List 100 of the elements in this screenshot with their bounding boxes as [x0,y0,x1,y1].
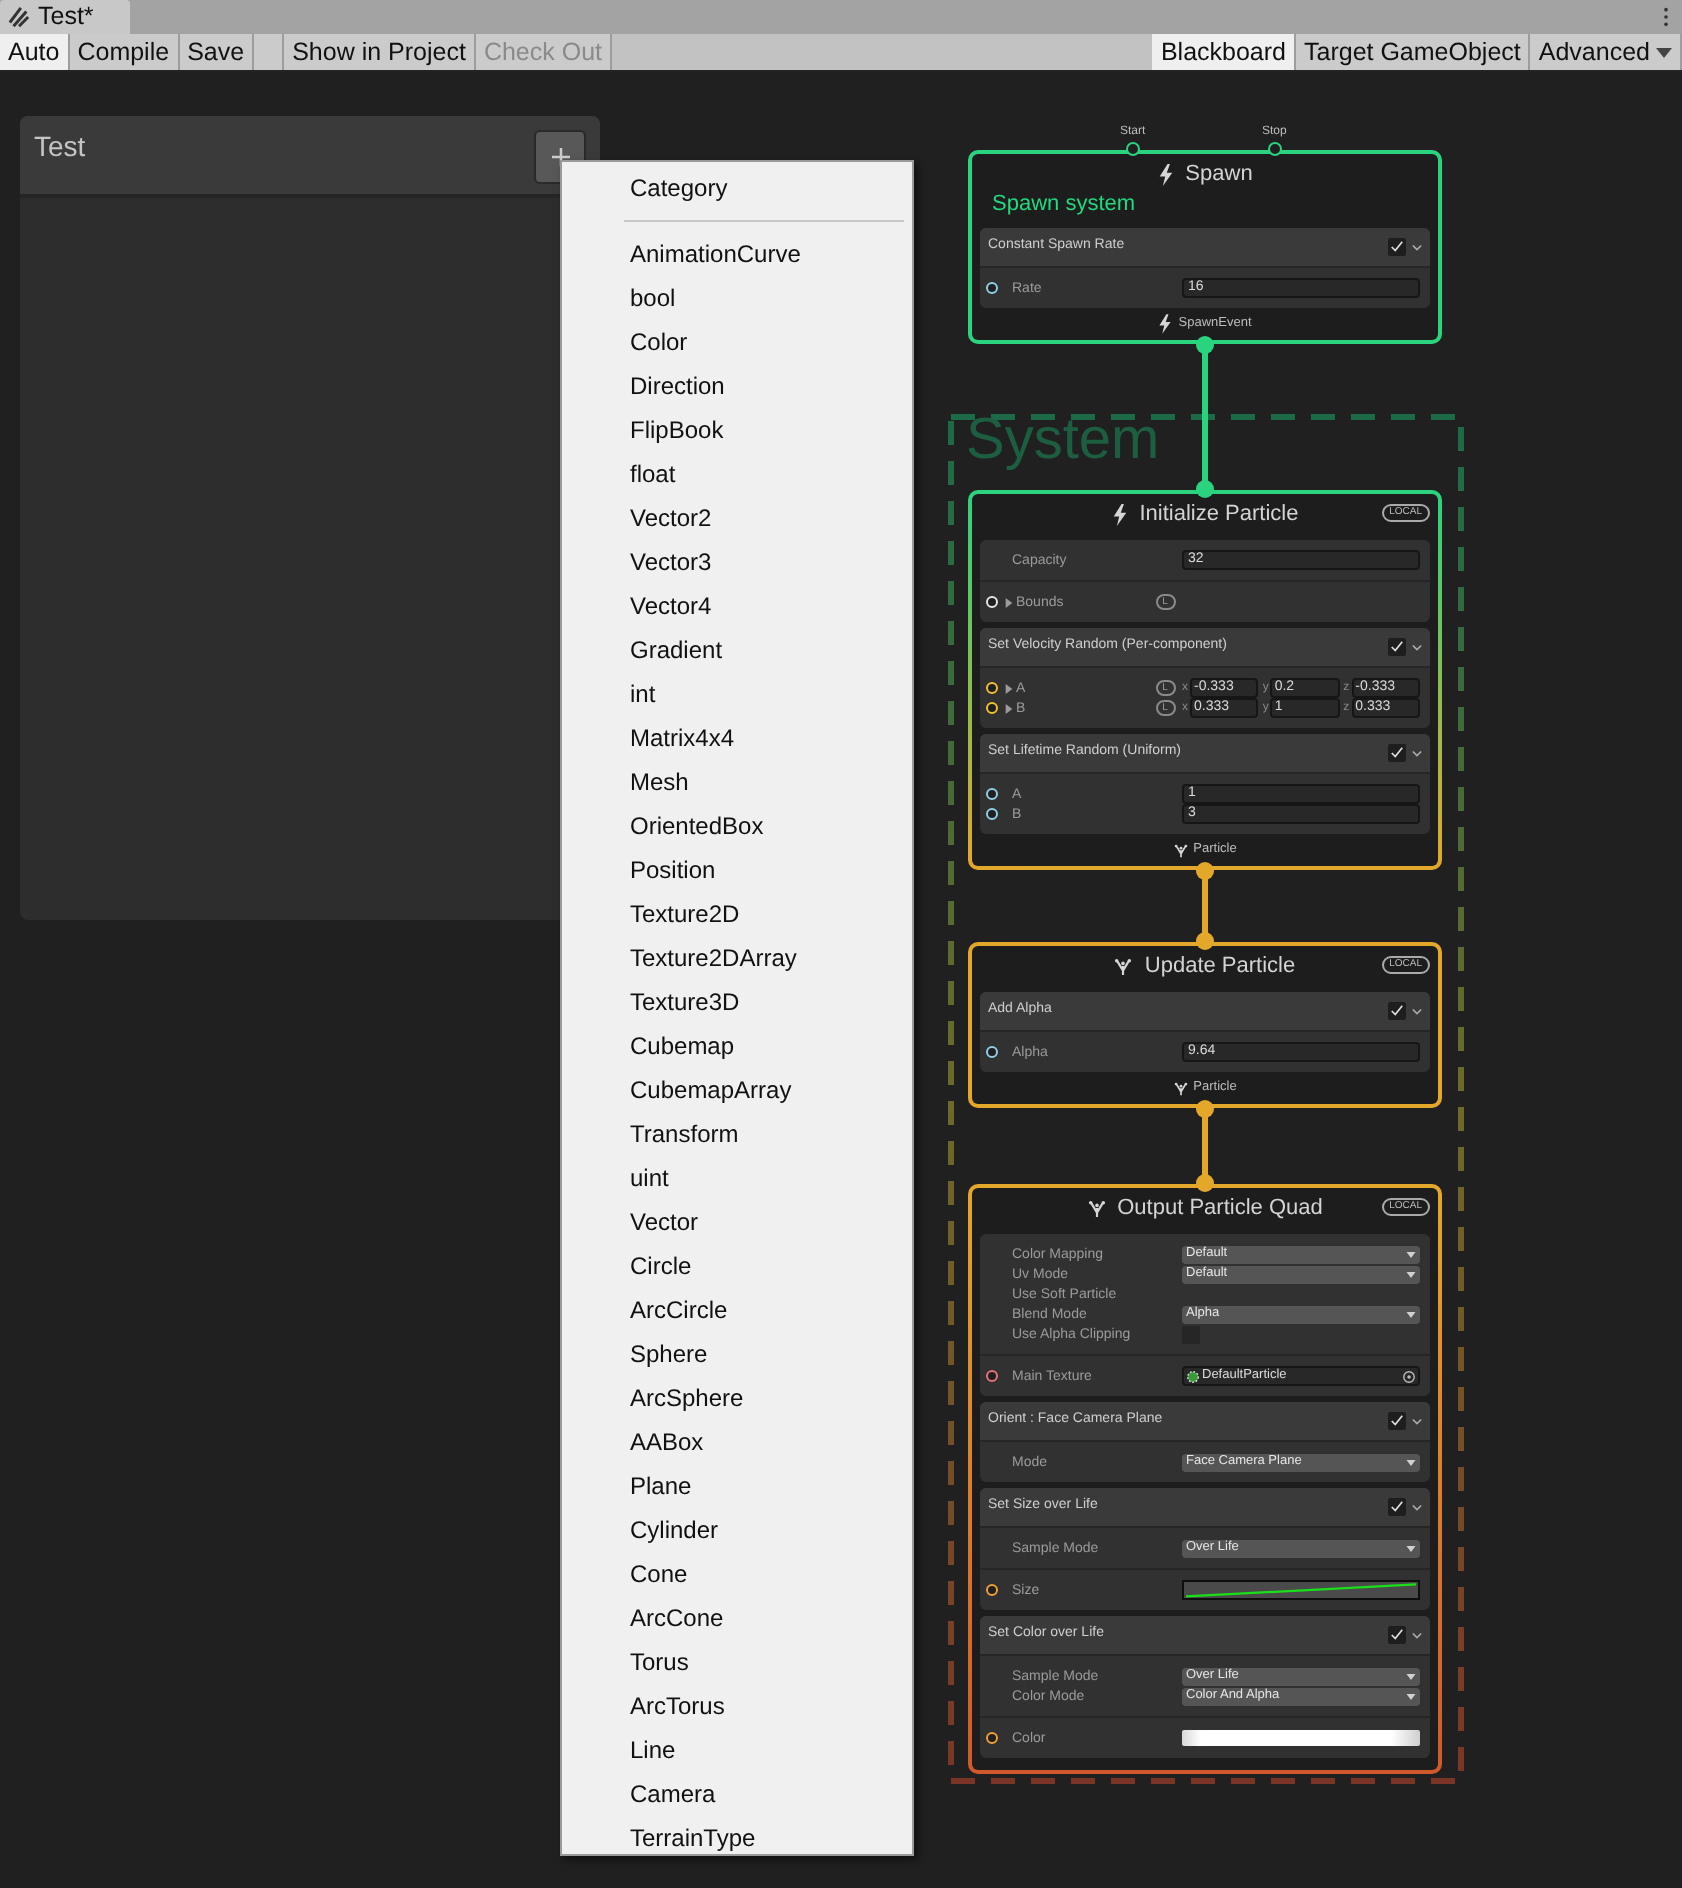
menu-item[interactable]: Cylinder [562,1508,912,1552]
menu-item[interactable]: Torus [562,1640,912,1684]
checkbox[interactable] [1388,744,1406,762]
particle-icon [1173,1081,1188,1095]
menu-item[interactable]: ArcTorus [562,1684,912,1728]
port-icon[interactable] [986,1584,998,1596]
port-icon[interactable] [1267,142,1282,156]
menu-item[interactable]: Transform [562,1112,912,1156]
menu-item[interactable]: Vector [562,1200,912,1244]
caret-icon [1406,1545,1416,1551]
lightning-icon [1157,163,1174,185]
chevron-icon[interactable] [1412,1503,1422,1511]
caret-icon [1406,1673,1416,1679]
checkbox[interactable] [1388,238,1406,256]
caret-icon [1406,1311,1416,1317]
port-icon[interactable] [986,808,998,820]
toolbar-button[interactable]: Blackboard [1152,34,1296,70]
port-icon[interactable] [986,1732,998,1744]
expand-arrow-icon[interactable] [1004,683,1014,693]
caret-icon [1406,1271,1416,1277]
tab-title: Test* [38,4,94,30]
menu-item[interactable]: Color [562,320,912,364]
menu-item[interactable]: Vector3 [562,540,912,584]
caret-icon [1406,1251,1416,1257]
port-icon[interactable] [986,1370,998,1382]
lightning-icon [1158,314,1173,334]
menu-item[interactable]: Vector4 [562,584,912,628]
checkbox[interactable] [1388,638,1406,656]
menu-item[interactable]: CubemapArray [562,1068,912,1112]
menu-item[interactable]: uint [562,1156,912,1200]
menu-item[interactable]: ArcCircle [562,1288,912,1332]
menu-item[interactable]: Line [562,1728,912,1772]
checkbox[interactable] [1388,1002,1406,1020]
toolbar-button[interactable]: Show in Project [284,34,476,70]
menu-item[interactable]: Circle [562,1244,912,1288]
menu-item[interactable]: Mesh [562,760,912,804]
menu-item[interactable]: FlipBook [562,408,912,452]
chevron-icon[interactable] [1412,1417,1422,1425]
menu-item[interactable]: Camera [562,1772,912,1816]
menu-item[interactable]: Texture2D [562,892,912,936]
menu-item[interactable]: Texture3D [562,980,912,1024]
port-icon[interactable] [986,1046,998,1058]
menu-item[interactable]: Cubemap [562,1024,912,1068]
caret-icon [1656,47,1672,57]
menu-item[interactable]: Direction [562,364,912,408]
node-title: Output Particle Quad [1117,1193,1323,1224]
toolbar-button[interactable]: Compile [69,34,180,70]
menu-item[interactable]: ArcSphere [562,1376,912,1420]
checkbox[interactable] [1182,1325,1200,1343]
toolbar-button[interactable]: Save [179,34,255,70]
menu-item[interactable]: Sphere [562,1332,912,1376]
chevron-icon[interactable] [1412,749,1422,757]
menu-item[interactable]: bool [562,276,912,320]
menu-item[interactable]: Gradient [562,628,912,672]
window-tab[interactable]: Test* [0,0,130,34]
menu-item[interactable]: AABox [562,1420,912,1464]
menu-item[interactable]: Vector2 [562,496,912,540]
node-title: Initialize Particle [1139,499,1299,530]
toolbar-button[interactable]: Advanced [1530,34,1682,70]
chevron-icon[interactable] [1412,643,1422,651]
caret-icon [1406,1459,1416,1465]
node-title: Spawn [1185,159,1253,190]
menu-item[interactable]: TerrainType [562,1816,912,1860]
toolbar-button[interactable]: Target GameObject [1296,34,1531,70]
lightning-icon [1111,503,1128,525]
port-icon[interactable] [1125,142,1140,156]
expand-arrow-icon[interactable] [1004,597,1014,607]
menu-item[interactable]: float [562,452,912,496]
target-icon[interactable] [1402,1369,1416,1383]
toolbar-button[interactable]: Auto [0,34,70,70]
menu-item[interactable]: int [562,672,912,716]
connector-line [1196,862,1214,950]
menu-item[interactable]: Texture2DArray [562,936,912,980]
port-icon[interactable] [986,282,998,294]
menu-header: Category [628,172,730,206]
menu-item[interactable]: AnimationCurve [562,232,912,276]
menu-item[interactable]: Position [562,848,912,892]
menu-item[interactable]: Cone [562,1552,912,1596]
menu-item[interactable]: Matrix4x4 [562,716,912,760]
curve-field[interactable] [1182,1580,1420,1600]
menu-item[interactable]: ArcCone [562,1596,912,1640]
chevron-icon[interactable] [1412,1007,1422,1015]
particle-icon [1087,1199,1106,1217]
checkbox[interactable] [1388,1498,1406,1516]
expand-arrow-icon[interactable] [1004,703,1014,713]
node-subtitle: Spawn system [990,194,1138,220]
chevron-icon[interactable] [1412,243,1422,251]
menu-item[interactable]: Plane [562,1464,912,1508]
port-icon[interactable] [986,702,998,714]
port-icon[interactable] [986,682,998,694]
particle-icon [1173,843,1188,857]
port-icon[interactable] [986,788,998,800]
chevron-icon[interactable] [1412,1631,1422,1639]
blackboard-title: Test [34,132,86,160]
checkbox[interactable] [1388,1412,1406,1430]
gradient-field[interactable] [1182,1730,1420,1746]
checkbox[interactable] [1388,1626,1406,1644]
more-icon[interactable] [1662,6,1670,28]
menu-item[interactable]: OrientedBox [562,804,912,848]
particle-icon [1114,957,1133,975]
